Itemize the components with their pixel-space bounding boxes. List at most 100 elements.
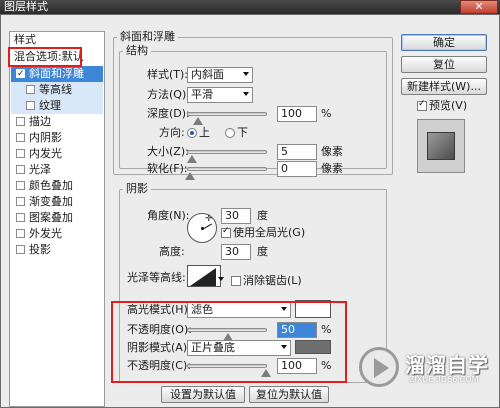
chevron-down-icon xyxy=(218,277,224,281)
soften-input[interactable]: 0 xyxy=(277,161,317,177)
size-label: 大小(Z): xyxy=(147,145,189,158)
angle-unit: 度 xyxy=(257,209,268,222)
style-item[interactable]: 图案叠加 xyxy=(11,210,103,226)
style-item-label: 内阴影 xyxy=(29,131,62,144)
bevel-style-value: 内斜面 xyxy=(191,68,224,81)
technique-select[interactable]: 平滑 xyxy=(187,87,253,103)
make-default-button[interactable]: 设置为默认值 xyxy=(161,386,245,403)
watermark-subtext: ZIXUE.3D66.COM xyxy=(409,375,479,384)
style-list: 样式 混合选项:默认 斜面和浮雕等高线纹理描边内阴影内发光光泽颜色叠加渐变叠加图… xyxy=(9,31,105,407)
style-item-checkbox[interactable] xyxy=(16,212,25,222)
preview-thumbnail xyxy=(427,132,455,160)
direction-down-radio[interactable] xyxy=(225,128,235,138)
preview-label: 预览(V) xyxy=(429,99,468,112)
style-item[interactable]: 斜面和浮雕 xyxy=(11,66,103,82)
soften-slider-track[interactable] xyxy=(187,167,267,171)
chevron-down-icon xyxy=(243,92,249,96)
style-item[interactable]: 颜色叠加 xyxy=(11,178,103,194)
altitude-input[interactable]: 30 xyxy=(221,244,251,260)
soften-unit: 像素 xyxy=(321,162,343,175)
close-window-button[interactable]: ✕ xyxy=(460,0,498,14)
watermark: 溜溜自学 ZIXUE.3D66.COM xyxy=(353,335,500,405)
size-input[interactable]: 5 xyxy=(277,144,317,160)
style-item-checkbox[interactable] xyxy=(16,132,25,142)
highlight-box-opacity-settings xyxy=(111,301,347,383)
global-light-label: 使用全局光(G) xyxy=(233,226,306,239)
depth-slider-track[interactable] xyxy=(187,112,267,116)
styles-header[interactable]: 样式 xyxy=(11,32,103,48)
style-item-label: 光泽 xyxy=(29,163,51,176)
style-item-checkbox[interactable] xyxy=(26,84,35,94)
style-item-label: 内发光 xyxy=(29,147,62,160)
style-item-label: 渐变叠加 xyxy=(29,195,73,208)
style-item-checkbox[interactable] xyxy=(16,116,25,126)
style-item-label: 纹理 xyxy=(39,99,61,112)
size-slider-thumb[interactable] xyxy=(187,155,198,163)
direction-up-radio[interactable] xyxy=(187,128,197,138)
style-item-label: 斜面和浮雕 xyxy=(29,67,84,80)
play-logo-icon xyxy=(359,347,399,387)
reset-button[interactable]: 复位 xyxy=(401,56,487,73)
depth-label: 深度(D): xyxy=(147,107,190,120)
ok-button[interactable]: 确定 xyxy=(401,34,487,51)
anti-alias-checkbox[interactable] xyxy=(231,276,241,286)
technique-value: 平滑 xyxy=(191,88,213,101)
size-slider-track[interactable] xyxy=(187,150,267,154)
structure-title: 结构 xyxy=(123,45,151,57)
style-item[interactable]: 光泽 xyxy=(11,162,103,178)
new-style-button[interactable]: 新建样式(W)... xyxy=(401,78,487,95)
gloss-contour-label: 光泽等高线: xyxy=(127,271,186,284)
style-item-checkbox[interactable] xyxy=(16,196,25,206)
style-item[interactable]: 外发光 xyxy=(11,226,103,242)
style-item-label: 颜色叠加 xyxy=(29,179,73,192)
contour-dropdown[interactable] xyxy=(215,273,225,289)
highlight-box-blend-options xyxy=(8,47,82,67)
style-item-checkbox[interactable] xyxy=(16,180,25,190)
style-item-checkbox[interactable] xyxy=(16,228,25,238)
direction-label: 方向: xyxy=(159,126,185,139)
style-item[interactable]: 等高线 xyxy=(11,82,103,98)
shading-title: 阴影 xyxy=(123,183,151,195)
bevel-style-select[interactable]: 内斜面 xyxy=(187,67,253,83)
style-item-checkbox[interactable] xyxy=(16,164,25,174)
style-item-label: 图案叠加 xyxy=(29,211,73,224)
style-item[interactable]: 描边 xyxy=(11,114,103,130)
style-item[interactable]: 渐变叠加 xyxy=(11,194,103,210)
style-item-checkbox[interactable] xyxy=(16,66,25,82)
style-item[interactable]: 纹理 xyxy=(11,98,103,114)
layer-style-dialog: 样式 混合选项:默认 斜面和浮雕等高线纹理描边内阴影内发光光泽颜色叠加渐变叠加图… xyxy=(0,14,500,408)
style-item[interactable]: 投影 xyxy=(11,242,103,258)
global-light-checkbox[interactable] xyxy=(221,226,231,238)
direction-down-label: 下 xyxy=(237,126,248,139)
style-item-checkbox[interactable] xyxy=(26,100,35,110)
angle-input[interactable]: 30 xyxy=(221,208,251,224)
window-title: 图层样式 xyxy=(0,0,500,14)
style-item-checkbox[interactable] xyxy=(16,148,25,158)
style-label: 样式(T): xyxy=(147,68,189,81)
soften-slider-thumb[interactable] xyxy=(185,172,195,180)
size-unit: 像素 xyxy=(321,145,343,158)
anti-alias-label: 消除锯齿(L) xyxy=(243,274,302,287)
angle-hand xyxy=(202,223,213,230)
direction-up-label: 上 xyxy=(199,126,210,139)
chevron-down-icon xyxy=(243,72,249,76)
style-item-label: 投影 xyxy=(29,243,51,256)
depth-slider-thumb[interactable] xyxy=(192,117,203,125)
style-preview xyxy=(417,119,465,173)
angle-label: 角度(N): xyxy=(147,209,190,222)
style-item[interactable]: 内阴影 xyxy=(11,130,103,146)
style-item-checkbox[interactable] xyxy=(16,244,25,254)
depth-input[interactable]: 100 xyxy=(277,106,317,122)
style-item-label: 等高线 xyxy=(39,83,72,96)
style-item[interactable]: 内发光 xyxy=(11,146,103,162)
preview-checkbox[interactable] xyxy=(417,99,427,111)
style-item-label: 外发光 xyxy=(29,227,62,240)
reset-default-button[interactable]: 复位为默认值 xyxy=(249,386,329,403)
bevel-emboss-title: 斜面和浮雕 xyxy=(117,31,178,43)
altitude-label: 高度: xyxy=(159,245,185,258)
crosshair-icon: ✛ xyxy=(205,214,213,224)
soften-label: 软化(F): xyxy=(147,162,188,175)
depth-unit: % xyxy=(321,107,332,120)
watermark-text: 溜溜自学 xyxy=(405,353,489,377)
technique-label: 方法(Q): xyxy=(147,88,190,101)
